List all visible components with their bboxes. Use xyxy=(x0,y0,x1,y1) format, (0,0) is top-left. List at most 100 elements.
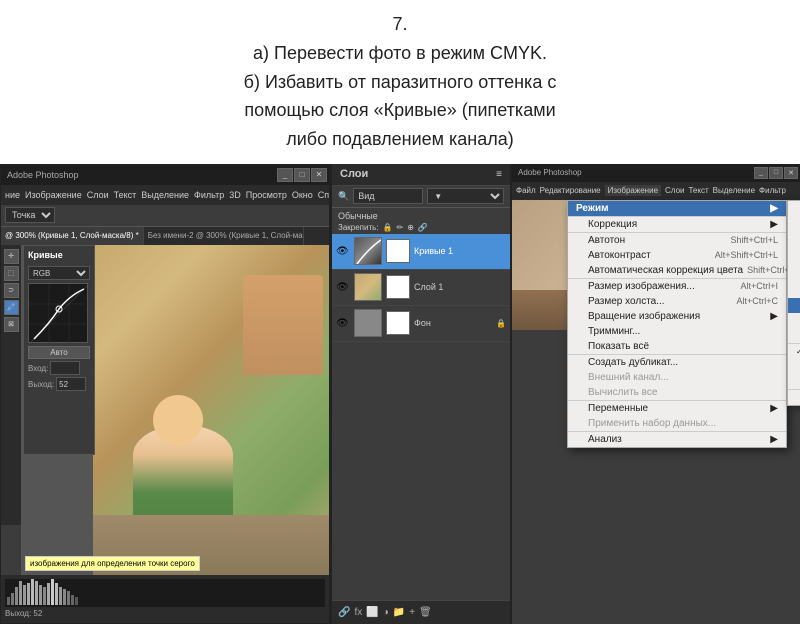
input-value[interactable] xyxy=(50,361,80,375)
dropdown-item-analyze[interactable]: Анализ ▶ xyxy=(568,432,786,447)
menu-item-window[interactable]: Окно xyxy=(292,190,313,200)
doc-tab-2[interactable]: Без имени-2 @ 300% (Кривые 1, Слой-маска… xyxy=(144,227,304,245)
add-adjustment-btn[interactable]: ◑ xyxy=(383,607,389,618)
opacity-label: Закрепить: xyxy=(338,223,379,232)
lock-icon-2[interactable]: ✏ xyxy=(397,223,404,232)
autotone-label: Автотон xyxy=(588,235,625,246)
layer-eye-curves[interactable]: 👁 xyxy=(336,246,350,257)
layer-eye-layer1[interactable]: 👁 xyxy=(336,282,350,293)
sub-item-indexed[interactable]: Индексированные цвета... xyxy=(788,257,800,283)
sub-item-colortable[interactable]: Таблица цветов... xyxy=(788,390,800,405)
right-maximize-btn[interactable]: □ xyxy=(769,167,783,179)
add-style-btn[interactable]: fx xyxy=(354,607,362,618)
sub-item-lab[interactable]: Lab xyxy=(788,313,800,328)
auto-button[interactable]: Авто xyxy=(28,346,90,359)
dropdown-item-applydata[interactable]: Применить набор данных... xyxy=(568,416,786,431)
doc-tabs: @ 300% (Кривые 1, Слой-маска/8) * Без им… xyxy=(1,227,329,245)
imagesize-label: Размер изображения... xyxy=(588,281,695,292)
menu-item-nie[interactable]: ние xyxy=(5,190,20,200)
dropdown-item-duplicate[interactable]: Создать дубликат... xyxy=(568,355,786,370)
sub-item-rgb[interactable]: RGB xyxy=(788,283,800,298)
doc-tab-1[interactable]: @ 300% (Кривые 1, Слой-маска/8) * xyxy=(1,227,144,245)
dropdown-item-autotone[interactable]: Автотон Shift+Ctrl+L xyxy=(568,233,786,248)
menu-item-text[interactable]: Текст xyxy=(114,190,137,200)
menu-item-select[interactable]: Выделение xyxy=(141,190,189,200)
tool-crop[interactable]: ⊠ xyxy=(4,317,19,332)
layers-menu-icon[interactable]: ≡ xyxy=(496,169,502,180)
menu-item-image[interactable]: Изображение xyxy=(25,190,82,200)
minimize-btn[interactable]: _ xyxy=(277,168,293,182)
delete-layer-btn[interactable]: 🗑 xyxy=(419,607,432,618)
right-menu-file[interactable]: Файл xyxy=(516,186,536,195)
right-menu-layers[interactable]: Слои xyxy=(665,186,684,195)
right-close-btn[interactable]: ✕ xyxy=(784,167,798,179)
channel-select[interactable]: RGB xyxy=(28,266,90,280)
right-minimize-btn[interactable]: _ xyxy=(754,167,768,179)
photo-in-canvas xyxy=(93,245,329,575)
dropdown-item-showall[interactable]: Показать всё xyxy=(568,339,786,354)
right-menu-image[interactable]: Изображение xyxy=(605,185,661,196)
sub-item-16bit[interactable]: 16 бит/канал xyxy=(788,359,800,374)
right-menu-select[interactable]: Выделение xyxy=(713,186,755,195)
menu-item-3d[interactable]: 3D xyxy=(229,190,241,200)
layers-filter-row: 🔍 ▼ xyxy=(332,186,510,208)
layer-eye-background[interactable]: 👁 xyxy=(336,318,350,329)
dropdown-item-autocolor[interactable]: Автоматическая коррекция цвета Shift+Ctr… xyxy=(568,263,786,278)
tool-select[interactable]: Точка xyxy=(5,207,55,223)
add-layer-btn[interactable]: + xyxy=(409,607,415,618)
menu-item-filter[interactable]: Фильтр xyxy=(194,190,224,200)
layer-thumb-curves xyxy=(354,237,382,265)
dropdown-item-trim[interactable]: Тримминг... xyxy=(568,324,786,339)
sub-item-grayscale[interactable]: Градации серого xyxy=(788,227,800,242)
sub-item-8bit[interactable]: ✓ 8 бит/канал xyxy=(788,344,800,359)
layers-sort-select[interactable]: ▼ xyxy=(427,188,504,204)
right-menu-text[interactable]: Текст xyxy=(688,186,708,195)
menu-item-view[interactable]: Просмотр xyxy=(246,190,287,200)
dropdown-item-calcall[interactable]: Вычислить все xyxy=(568,385,786,400)
add-group-btn[interactable]: 📁 xyxy=(393,607,405,618)
layer-row-background[interactable]: 👁 Фон 🔒 xyxy=(332,306,510,342)
output-value[interactable] xyxy=(56,377,86,391)
right-menu-edit[interactable]: Редактирование xyxy=(540,186,601,195)
sub-dropdown-mode: Точечное изображение Градации серого Дуп… xyxy=(787,200,800,406)
sub-item-bitmap[interactable]: Точечное изображение xyxy=(788,201,800,227)
imagesize-shortcut: Alt+Ctrl+I xyxy=(740,281,778,292)
right-menu-filter[interactable]: Фильтр xyxy=(759,186,786,195)
add-mask-btn[interactable]: ⬜ xyxy=(366,607,378,618)
normal-label-row: Обычные xyxy=(332,208,510,222)
tool-lasso[interactable]: ⊃ xyxy=(4,283,19,298)
dropdown-item-rotate[interactable]: Вращение изображения ▶ xyxy=(568,309,786,324)
tool-select-rect[interactable]: ⬚ xyxy=(4,266,19,281)
layer-row-layer1[interactable]: 👁 Слой 1 xyxy=(332,270,510,306)
maximize-btn[interactable]: □ xyxy=(294,168,310,182)
menu-item-layers[interactable]: Слои xyxy=(87,190,109,200)
sub-item-32bit[interactable]: 32 бит/канала xyxy=(788,374,800,389)
canvassize-shortcut: Alt+Ctrl+C xyxy=(736,296,778,307)
lock-icon-4[interactable]: 🔗 xyxy=(418,223,428,232)
lock-icon-3[interactable]: ⊕ xyxy=(407,223,414,232)
sub-item-duplex[interactable]: Дуплекс xyxy=(788,242,800,257)
tool-move[interactable]: ✛ xyxy=(4,249,19,264)
sub-item-multichannel[interactable]: Многоканальный xyxy=(788,328,800,343)
dropdown-header-mode[interactable]: Режим ▶ xyxy=(568,201,786,216)
link-layers-btn[interactable]: 🔗 xyxy=(338,607,350,618)
autotone-shortcut: Shift+Ctrl+L xyxy=(730,235,778,246)
dropdown-item-correction[interactable]: Коррекция ▶ xyxy=(568,217,786,232)
dropdown-item-variables[interactable]: Переменные ▶ xyxy=(568,401,786,416)
canvassize-label: Размер холста... xyxy=(588,296,665,307)
close-btn[interactable]: ✕ xyxy=(311,168,327,182)
analyze-label: Анализ xyxy=(588,434,622,445)
dropdown-item-canvassize[interactable]: Размер холста... Alt+Ctrl+C xyxy=(568,294,786,309)
dropdown-item-autocontrast[interactable]: Автоконтраст Alt+Shift+Ctrl+L xyxy=(568,248,786,263)
dropdown-item-extchannel[interactable]: Внешний канал... xyxy=(568,370,786,385)
sub-item-cmyk[interactable]: CMYK xyxy=(788,298,800,313)
menu-bar: ние Изображение Слои Текст Выделение Фил… xyxy=(1,185,329,205)
app-title: Adobe Photoshop xyxy=(7,170,79,180)
layers-search-input[interactable] xyxy=(353,188,423,204)
dropdown-item-imagesize[interactable]: Размер изображения... Alt+Ctrl+I xyxy=(568,279,786,294)
lock-icon-1[interactable]: 🔒 xyxy=(383,223,393,232)
menu-item-help[interactable]: Справка xyxy=(318,190,329,200)
tool-eyedropper[interactable]: 🖍 xyxy=(4,300,19,315)
top-text-section: 7. а) Перевести фото в режим CMYK. б) Из… xyxy=(0,0,800,160)
layer-row-curves[interactable]: 👁 Кривые 1 xyxy=(332,234,510,270)
